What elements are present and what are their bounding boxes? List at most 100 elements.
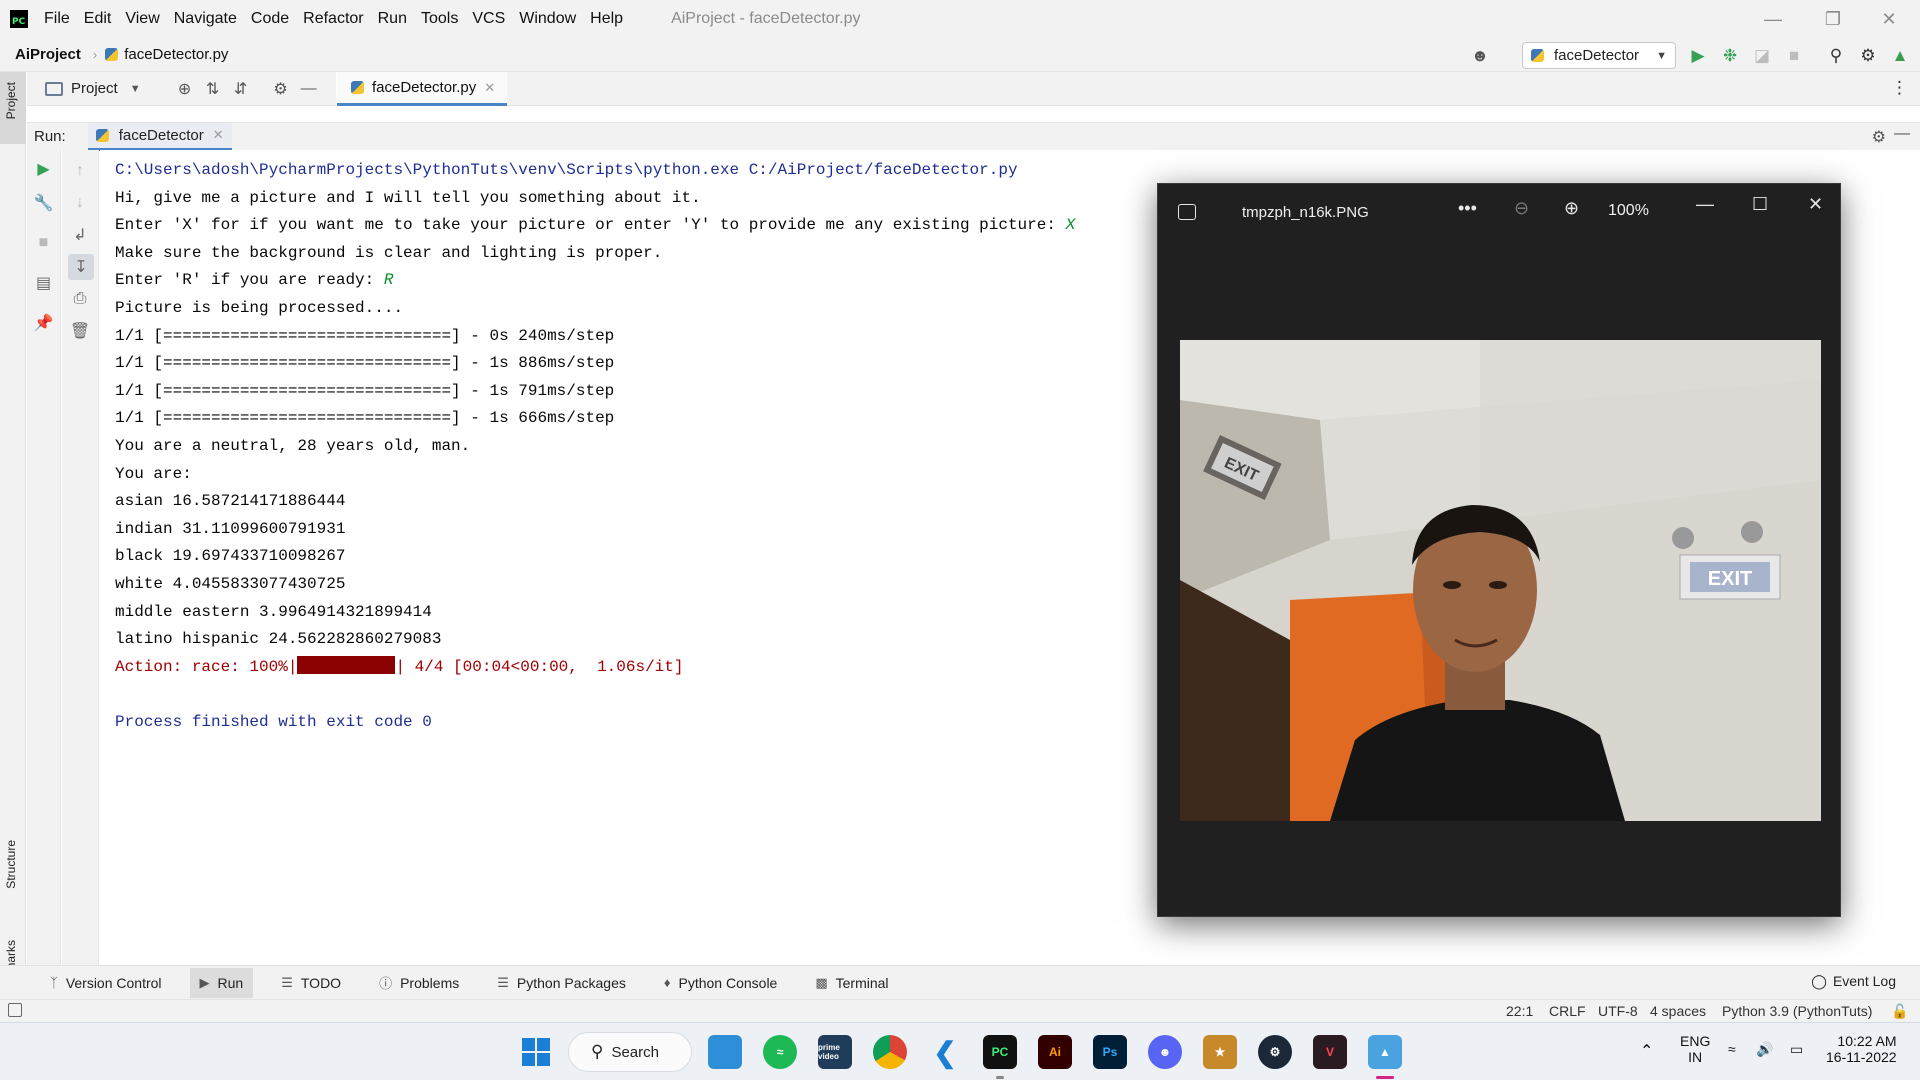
stop-icon[interactable]: ■ [1782,44,1806,68]
settings-gear-icon[interactable]: ⚙ [1856,44,1880,68]
menu-edit[interactable]: Edit [84,10,112,28]
indent-setting[interactable]: 4 spaces [1650,1003,1706,1019]
menu-vcs[interactable]: VCS [472,10,505,28]
clear-all-trash-icon[interactable]: 🗑 [62,318,98,344]
photoshop-icon[interactable]: Ps [1093,1035,1127,1069]
run-tab-facedetector[interactable]: faceDetector ✕ [87,122,232,151]
photos-app-icon[interactable]: ▲ [1368,1035,1402,1069]
menu-run[interactable]: Run [378,10,407,28]
tool-windows-toggle-icon[interactable] [8,1003,22,1017]
collapse-all-icon[interactable]: ⇵ [227,79,255,99]
user-account-icon[interactable]: ☻ [1468,44,1492,68]
input-language[interactable]: ENG IN [1680,1033,1710,1065]
more-options-icon[interactable]: ⋮ [1891,78,1908,98]
breadcrumb-file[interactable]: faceDetector.py [124,46,228,63]
tab-label: Python Packages [516,974,626,991]
chevron-down-icon[interactable]: ▼ [130,83,141,95]
hide-panel-icon[interactable]: — [295,80,323,98]
prime-video-icon[interactable]: prime video [818,1035,852,1069]
tab-python-packages[interactable]: ☰ Python Packages [487,968,636,998]
hide-panel-icon[interactable]: — [1894,125,1910,143]
pin-tab-icon[interactable]: 📌 [27,310,60,336]
menu-file[interactable]: File [44,10,70,28]
counter-strike-icon[interactable]: ★ [1203,1035,1237,1069]
python-file-icon [105,48,119,61]
zoom-out-icon[interactable]: ⊖ [1514,198,1529,219]
menu-help[interactable]: Help [590,10,623,28]
viewer-maximize-icon[interactable]: ☐ [1752,194,1768,215]
menu-view[interactable]: View [125,10,159,28]
vscode-icon[interactable]: ❮ [928,1035,962,1069]
print-icon[interactable]: ⎙ [62,286,98,312]
tab-event-log[interactable]: ◯ Event Log [1811,973,1896,990]
tab-terminal[interactable]: ▩ Terminal [805,968,898,998]
close-tab-icon[interactable]: ✕ [484,80,495,96]
taskbar-search[interactable]: ⚲ Search [568,1032,692,1072]
show-hidden-icons-chevron-icon[interactable]: ⌃ [1640,1041,1653,1061]
locate-file-icon[interactable]: ⊕ [171,79,199,99]
plugin-logo-icon[interactable]: ▲ [1888,44,1912,68]
line-separator[interactable]: CRLF [1549,1003,1586,1019]
python-interpreter[interactable]: Python 3.9 (PythonTuts) [1722,1003,1872,1019]
tab-version-control[interactable]: ᛉ Version Control [40,968,172,998]
illustrator-icon[interactable]: Ai [1038,1035,1072,1069]
menu-navigate[interactable]: Navigate [174,10,237,28]
close-tab-icon[interactable]: ✕ [213,127,224,143]
menu-code[interactable]: Code [251,10,289,28]
valorant-icon[interactable]: V [1313,1035,1347,1069]
folder-icon [45,81,63,96]
search-icon[interactable]: ⚲ [1824,44,1848,68]
tab-todo[interactable]: ☰ TODO [271,968,351,998]
run-icon[interactable]: ▶ [1686,44,1710,68]
clock[interactable]: 10:22 AM 16-11-2022 [1826,1033,1897,1065]
structure-tool-label[interactable]: Structure [4,840,18,889]
tab-python-console[interactable]: ♦ Python Console [654,968,787,998]
menu-window[interactable]: Window [519,10,576,28]
minimize-icon[interactable]: — [1750,6,1796,32]
battery-icon[interactable]: ▭ [1790,1041,1803,1058]
discord-icon[interactable]: ☻ [1148,1035,1182,1069]
python-console-icon: ♦ [663,975,671,990]
spotify-icon[interactable]: ≈ [763,1035,797,1069]
menu-tools[interactable]: Tools [421,10,458,28]
tab-problems[interactable]: ⓘ Problems [369,968,469,998]
coverage-icon[interactable]: ◪ [1750,44,1774,68]
viewer-minimize-icon[interactable]: — [1696,194,1714,215]
desktop-app-icon[interactable] [708,1035,742,1069]
viewer-close-icon[interactable]: ✕ [1808,194,1823,215]
run-configuration-select[interactable]: faceDetector ▼ [1522,42,1676,69]
project-view-label[interactable]: Project [71,80,118,97]
debug-icon[interactable]: ❉ [1718,44,1742,68]
lock-icon[interactable]: 🔓 [1891,1003,1908,1020]
chrome-icon[interactable] [873,1035,907,1069]
editor-tab-facedetector[interactable]: faceDetector.py ✕ [337,72,508,106]
project-tool-label[interactable]: Project [4,82,18,119]
more-options-icon[interactable]: ••• [1458,198,1477,219]
tab-run[interactable]: ▶ Run [189,967,254,998]
scroll-to-end-icon[interactable]: ↧ [68,254,94,280]
pycharm-icon[interactable]: PC [983,1035,1017,1069]
menu-refactor[interactable]: Refactor [303,10,363,28]
previous-occurrence-arrow-up-icon[interactable]: ↑ [62,158,98,184]
zoom-level[interactable]: 100% [1608,202,1649,220]
expand-all-icon[interactable]: ⇅ [199,79,227,99]
steam-icon[interactable]: ⚙ [1258,1035,1292,1069]
layout-icon[interactable]: ▤ [27,270,60,296]
run-settings-gear-icon[interactable]: ⚙ [1872,127,1886,147]
volume-icon[interactable]: 🔊 [1756,1041,1773,1058]
zoom-in-icon[interactable]: ⊕ [1564,198,1579,219]
rerun-icon[interactable]: ▶ [27,156,60,182]
file-encoding[interactable]: UTF-8 [1598,1003,1638,1019]
windows-start-icon[interactable] [519,1035,553,1069]
edit-configuration-wrench-icon[interactable]: 🔧 [27,190,60,216]
close-window-icon[interactable]: ✕ [1866,6,1912,32]
cursor-position[interactable]: 22:1 [1506,1003,1533,1019]
project-settings-icon[interactable]: ⚙ [267,79,295,99]
restore-icon[interactable]: ❐ [1810,6,1856,32]
stop-icon[interactable]: ■ [27,230,60,256]
breadcrumb-project[interactable]: AiProject [15,46,81,63]
wifi-icon[interactable]: ≈ [1728,1041,1736,1057]
next-occurrence-arrow-down-icon[interactable]: ↓ [62,190,98,216]
photo-viewer-window[interactable]: tmpzph_n16k.PNG ••• ⊖ ⊕ 100% — ☐ ✕ EXIT [1157,183,1841,917]
soft-wrap-icon[interactable]: ↲ [62,222,98,248]
